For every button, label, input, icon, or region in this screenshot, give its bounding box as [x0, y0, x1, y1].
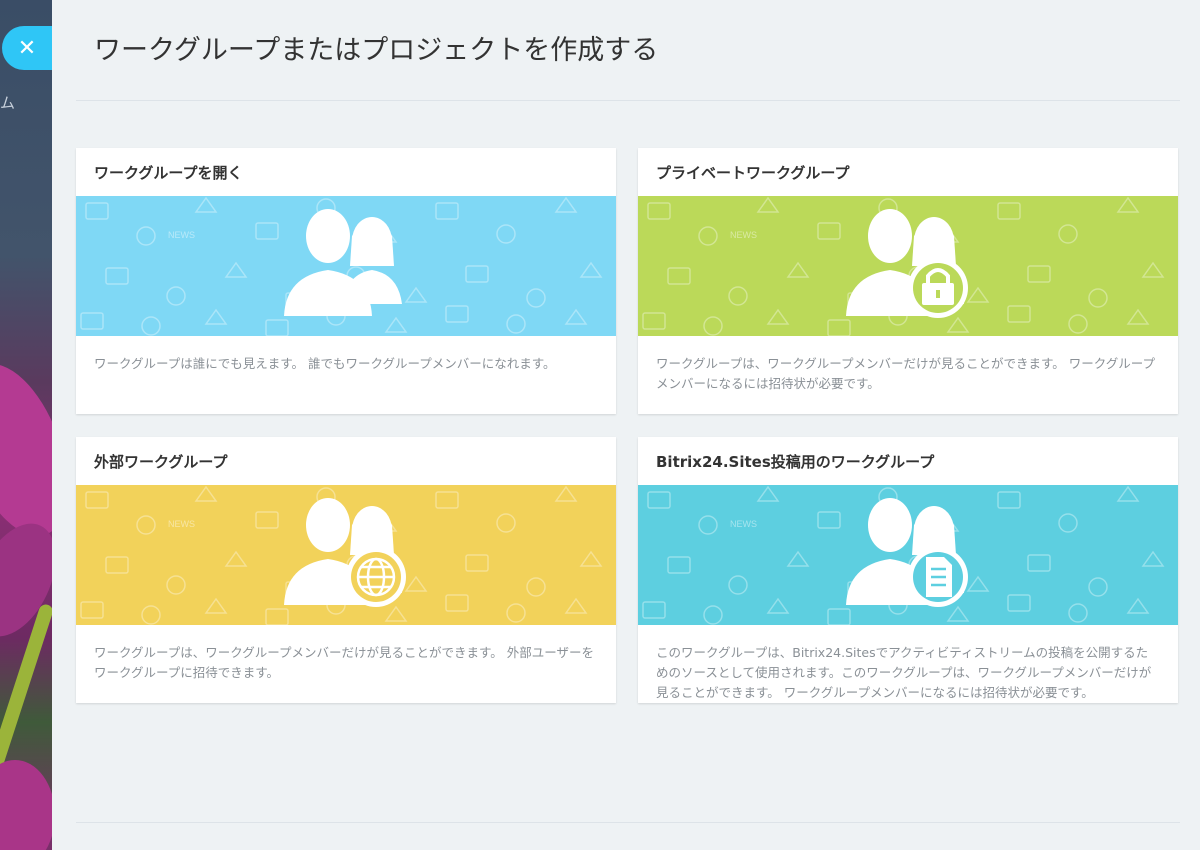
- card-description: このワークグループは、Bitrix24.Sitesでアクティビティストリームの投…: [656, 645, 1152, 700]
- card-open-workgroup[interactable]: ワークグループを開く NEWS ワークグループは誰にでも見えます。 誰でもワーク…: [76, 148, 616, 414]
- card-description: ワークグループは、ワークグループメンバーだけが見ることができます。 ワークグルー…: [656, 356, 1155, 391]
- card-external-workgroup[interactable]: 外部ワークグループ NEWS ワークグループは、ワークグループメンバーだけが見る…: [76, 437, 616, 703]
- card-title: プライベートワークグループ: [656, 164, 850, 182]
- banner-illustration: NEWS: [638, 196, 1178, 336]
- panel-header: ワークグループまたはプロジェクトを作成する: [76, 0, 1180, 101]
- news-doodle-label: NEWS: [730, 230, 757, 240]
- slider-panel: ワークグループまたはプロジェクトを作成する ワークグループを開く NEWS ワー…: [52, 0, 1200, 850]
- card-banner: NEWS: [76, 196, 616, 336]
- card-title: Bitrix24.Sites投稿用のワークグループ: [656, 453, 935, 471]
- side-menu-text: ム: [0, 94, 16, 112]
- banner-illustration: NEWS: [638, 485, 1178, 625]
- lock-icon: [908, 258, 968, 318]
- news-doodle-label: NEWS: [168, 519, 195, 529]
- background-wallpaper: ム: [0, 0, 52, 850]
- card-title: ワークグループを開く: [94, 164, 243, 182]
- card-description: ワークグループは、ワークグループメンバーだけが見ることができます。 外部ユーザー…: [94, 645, 594, 680]
- card-banner: NEWS: [638, 196, 1178, 336]
- news-doodle-label: NEWS: [730, 519, 757, 529]
- page-title: ワークグループまたはプロジェクトを作成する: [94, 35, 659, 66]
- globe-icon: [346, 547, 406, 607]
- document-icon: [908, 547, 968, 607]
- bottom-divider: [76, 822, 1180, 823]
- banner-illustration: NEWS: [76, 485, 616, 625]
- card-description: ワークグループは誰にでも見えます。 誰でもワークグループメンバーになれます。: [94, 356, 556, 371]
- card-sites-workgroup[interactable]: Bitrix24.Sites投稿用のワークグループ NEWS このワークグループ…: [638, 437, 1178, 703]
- news-doodle-label: NEWS: [168, 230, 195, 240]
- card-banner: NEWS: [76, 485, 616, 625]
- card-private-workgroup[interactable]: プライベートワークグループ NEWS ワークグループは、ワークグループメンバーだ…: [638, 148, 1178, 414]
- close-icon: ✕: [17, 35, 37, 61]
- banner-illustration: NEWS: [76, 196, 616, 336]
- card-banner: NEWS: [638, 485, 1178, 625]
- close-button[interactable]: ✕: [2, 26, 52, 70]
- card-title: 外部ワークグループ: [94, 453, 228, 471]
